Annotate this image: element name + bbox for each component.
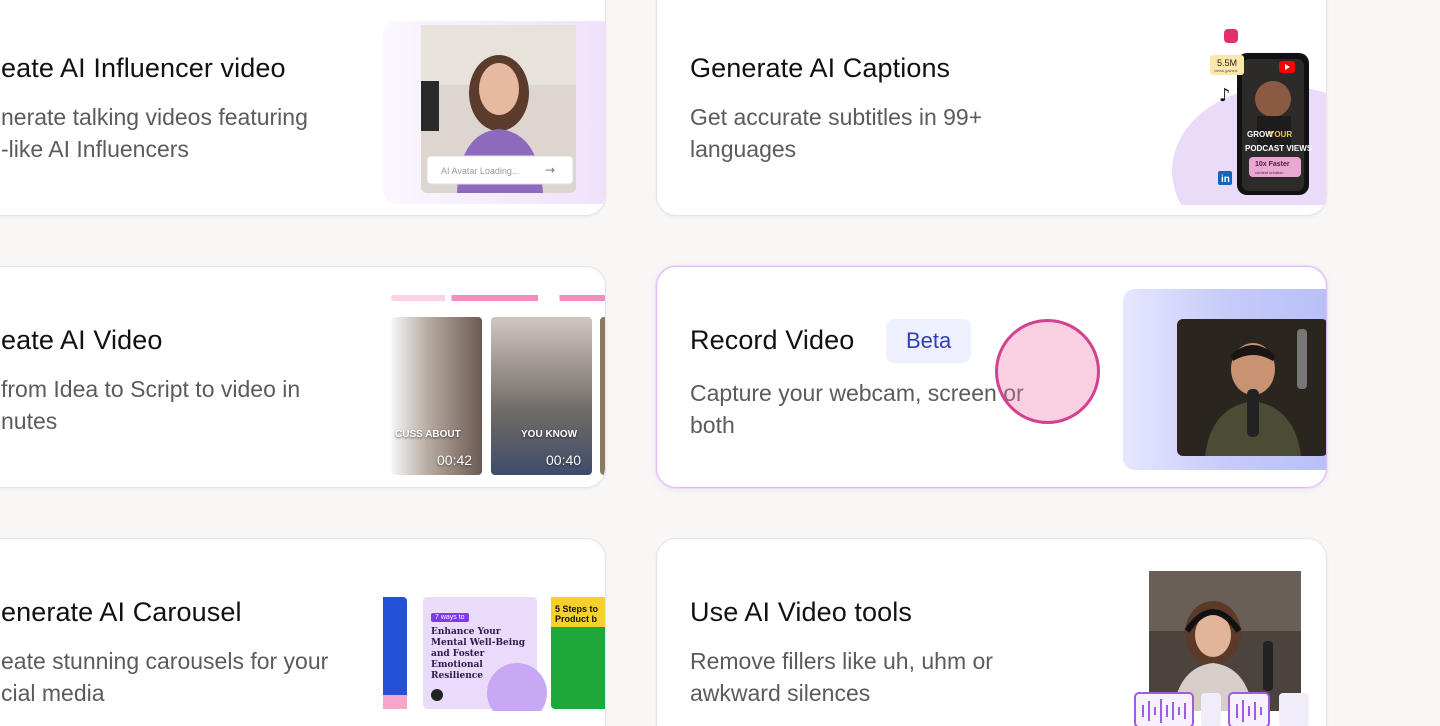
card-title: Generate AI Captions xyxy=(690,53,951,83)
video-tools-thumbnail xyxy=(1133,571,1313,726)
svg-text:→: → xyxy=(545,163,555,177)
views-stat-text: 5.5M xyxy=(1217,58,1237,68)
tiktok-icon: ♪ xyxy=(1219,85,1231,106)
card-record-video[interactable]: Record Video Beta Capture your webcam, s… xyxy=(656,266,1327,488)
card-description: nerate talking videos featuring -like AI… xyxy=(1,104,308,162)
clip-duration: 00:40 xyxy=(546,452,582,468)
card-description: Get accurate subtitles in 99+ languages xyxy=(690,104,983,162)
card-title: Use AI Video tools xyxy=(690,597,912,627)
card-ai-video[interactable]: eate AI Video from Idea to Script to vid… xyxy=(0,266,606,488)
video-clip[interactable]: CUSS ABOUT 00:42 xyxy=(391,317,482,475)
card-title: Record Video xyxy=(690,325,855,355)
svg-text:in: in xyxy=(1221,174,1230,185)
card-ai-captions[interactable]: Generate AI Captions Get accurate subtit… xyxy=(656,0,1327,216)
clip-duration: 00:42 xyxy=(437,452,473,468)
cursor-highlight xyxy=(995,319,1100,424)
carousel-slide[interactable]: 7 ways to Enhance Your Mental Well-Being… xyxy=(423,597,547,711)
slide-title-2: 5 Steps to Product b xyxy=(555,604,599,624)
grow-highlight-text: YOUR xyxy=(1269,130,1292,139)
carousel-thumbnail: 7 ways to Enhance Your Mental Well-Being… xyxy=(383,597,605,711)
influencer-image: AI Avatar Loading... → xyxy=(421,25,576,193)
svg-text:content creation: content creation xyxy=(1255,170,1283,175)
avatar-loading-text: AI Avatar Loading... xyxy=(441,166,519,176)
card-title: eate AI Influencer video xyxy=(1,53,286,83)
svg-text:views gained: views gained xyxy=(1214,68,1237,73)
card-ai-carousel[interactable]: enerate AI Carousel eate stunning carous… xyxy=(0,538,606,726)
card-ai-influencer[interactable]: eate AI Influencer video nerate talking … xyxy=(0,0,606,216)
record-video-thumbnail xyxy=(1123,289,1326,470)
carousel-slide[interactable] xyxy=(383,597,407,709)
card-title: enerate AI Carousel xyxy=(1,597,242,627)
influencer-thumbnail: AI Avatar Loading... → xyxy=(383,21,605,204)
carousel-slide[interactable]: 5 Steps to Product b xyxy=(551,597,605,709)
card-description: Remove fillers like uh, uhm or awkward s… xyxy=(690,648,993,706)
beta-badge: Beta xyxy=(886,319,972,363)
podcast-views-text: PODCAST VIEWS xyxy=(1245,144,1313,153)
card-description: eate stunning carousels for your cial me… xyxy=(1,648,329,706)
clip-caption: CUSS ABOUT xyxy=(395,429,461,440)
faster-text: 10x Faster xyxy=(1255,161,1290,168)
clip-caption: YOU KNOW xyxy=(521,429,578,440)
card-title: eate AI Video xyxy=(1,325,163,355)
video-clips-thumbnail: CUSS ABOUT 00:42 YOU KNOW 00:40 xyxy=(391,295,605,477)
card-ai-video-tools[interactable]: Use AI Video tools Remove fillers like u… xyxy=(656,538,1327,726)
slide-tag: 7 ways to xyxy=(431,613,469,622)
card-description: from Idea to Script to video in nutes xyxy=(1,376,301,434)
video-clip[interactable]: YOU KNOW 00:40 xyxy=(491,317,592,475)
captions-thumbnail: GROW YOUR PODCAST VIEWS 10x Faster conte… xyxy=(1167,21,1326,205)
